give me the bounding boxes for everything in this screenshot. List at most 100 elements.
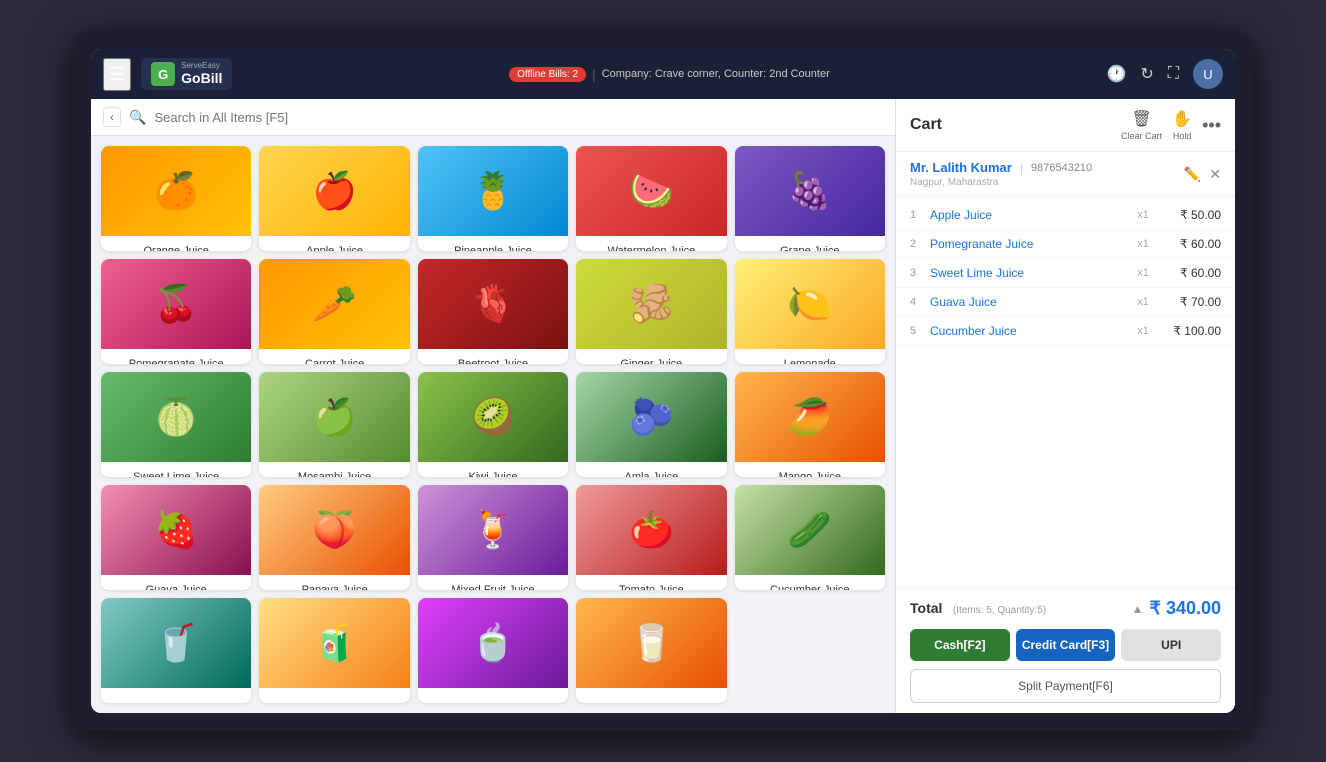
header-company-info: Company: Crave corner, Counter: 2nd Coun… (602, 68, 830, 80)
product-card[interactable]: 🥛 (576, 598, 726, 703)
user-avatar[interactable]: U (1193, 59, 1223, 89)
product-image: 🍒 (101, 259, 251, 349)
offline-badge: Offline Bills: 2 (509, 67, 586, 82)
cart-item: 1 Apple Juice x1 ₹ 50.00 (896, 201, 1235, 230)
search-bar-area: ‹ 🔍 (91, 99, 895, 136)
cart-more-button[interactable]: ••• (1202, 115, 1221, 136)
history-icon[interactable]: 🕐 (1106, 64, 1126, 84)
product-card[interactable]: 🍒 Pomegranate Juice (101, 259, 251, 364)
product-name: Amla Juice (576, 462, 726, 477)
clear-cart-button[interactable]: 🗑 Clear Cart (1121, 109, 1162, 141)
product-card[interactable]: 🥤 (101, 598, 251, 703)
hold-button[interactable]: ✋ Hold (1172, 109, 1192, 141)
customer-info: Mr. Lalith Kumar | 9876543210 Nagpur, Ma… (896, 152, 1235, 197)
split-payment-button[interactable]: Split Payment[F6] (910, 669, 1221, 703)
product-card[interactable]: 🍇 Grape Juice (735, 146, 885, 251)
product-grid: 🍊 Orange Juice 🍎 Apple Juice 🍍 Pineapple… (91, 136, 895, 713)
cart-item-number: 4 (910, 296, 924, 308)
product-image: 🍎 (259, 146, 409, 236)
upi-payment-button[interactable]: UPI (1121, 629, 1221, 661)
cart-item-name[interactable]: Guava Juice (930, 295, 1125, 309)
product-image: 🍓 (101, 485, 251, 575)
header-center: Offline Bills: 2 | Company: Crave corner… (242, 66, 1096, 82)
product-card[interactable]: 🍏 Mosambi Juice (259, 372, 409, 477)
product-card[interactable]: 🥝 Kiwi Juice (418, 372, 568, 477)
product-card[interactable]: 🍹 Mixed Fruit Juice (418, 485, 568, 590)
hold-label: Hold (1173, 131, 1192, 141)
product-card[interactable]: 🍋 Lemonade (735, 259, 885, 364)
product-card[interactable]: 🫀 Beetroot Juice (418, 259, 568, 364)
product-name: Papaya Juice (259, 575, 409, 590)
clear-cart-label: Clear Cart (1121, 131, 1162, 141)
product-name: Guava Juice (101, 575, 251, 590)
pipe-divider: | (1020, 161, 1023, 175)
product-name (418, 688, 568, 703)
product-name (259, 688, 409, 703)
search-icon: 🔍 (129, 109, 146, 126)
left-panel: ‹ 🔍 🍊 Orange Juice 🍎 Apple Juice 🍍 Pinea… (91, 99, 895, 713)
product-name: Pomegranate Juice (101, 349, 251, 364)
customer-details: Mr. Lalith Kumar | 9876543210 Nagpur, Ma… (910, 160, 1092, 188)
collapse-button[interactable]: ‹ (103, 107, 121, 127)
product-card[interactable]: 🫚 Ginger Juice (576, 259, 726, 364)
cash-payment-button[interactable]: Cash[F2] (910, 629, 1010, 661)
cart-header: Cart 🗑 Clear Cart ✋ Hold ••• (896, 99, 1235, 152)
product-name: Mixed Fruit Juice (418, 575, 568, 590)
remove-customer-button[interactable]: ✕ (1209, 166, 1221, 183)
product-name: Mango Juice (735, 462, 885, 477)
cart-title: Cart (910, 116, 942, 134)
product-name: Mosambi Juice (259, 462, 409, 477)
cart-items: 1 Apple Juice x1 ₹ 50.00 2 Pomegranate J… (896, 197, 1235, 587)
product-name: Kiwi Juice (418, 462, 568, 477)
header: ☰ G ServeEasy GoBill Offline Bills: 2 | … (91, 49, 1235, 99)
product-image: 🫀 (418, 259, 568, 349)
edit-customer-button[interactable]: ✏️ (1184, 166, 1201, 183)
product-card[interactable]: 🍍 Pineapple Juice (418, 146, 568, 251)
product-image: 🥭 (735, 372, 885, 462)
cart-footer: Total (Items: 5, Quantity:5) ▲ ₹ 340.00 … (896, 587, 1235, 713)
product-card[interactable]: 🍎 Apple Juice (259, 146, 409, 251)
cart-panel: Cart 🗑 Clear Cart ✋ Hold ••• (895, 99, 1235, 713)
cart-item-name[interactable]: Sweet Lime Juice (930, 266, 1125, 280)
total-meta: (Items: 5, Quantity:5) (953, 605, 1046, 616)
product-card[interactable]: 🥭 Mango Juice (735, 372, 885, 477)
product-card[interactable]: 🫐 Amla Juice (576, 372, 726, 477)
cart-item-qty: x1 (1131, 267, 1155, 279)
logo-area: G ServeEasy GoBill (141, 58, 232, 90)
product-image: 🍹 (418, 485, 568, 575)
product-name: Cucumber Juice (735, 575, 885, 590)
cart-item: 3 Sweet Lime Juice x1 ₹ 60.00 (896, 259, 1235, 288)
fullscreen-icon[interactable]: ⛶ (1168, 65, 1179, 83)
product-card[interactable]: 🍉 Watermelon Juice (576, 146, 726, 251)
product-image: 🫐 (576, 372, 726, 462)
product-card[interactable]: 🍈 Sweet Lime Juice (101, 372, 251, 477)
cart-item-name[interactable]: Apple Juice (930, 208, 1125, 222)
product-card[interactable]: 🍵 (418, 598, 568, 703)
hamburger-menu[interactable]: ☰ (103, 58, 131, 91)
product-name: Ginger Juice (576, 349, 726, 364)
product-card[interactable]: 🍅 Tomato Juice (576, 485, 726, 590)
product-image: 🍏 (259, 372, 409, 462)
product-card[interactable]: 🍊 Orange Juice (101, 146, 251, 251)
product-card[interactable]: 🥕 Carrot Juice (259, 259, 409, 364)
device-frame: ☰ G ServeEasy GoBill Offline Bills: 2 | … (73, 31, 1253, 731)
cart-item-name[interactable]: Pomegranate Juice (930, 237, 1125, 251)
product-card[interactable]: 🍑 Papaya Juice (259, 485, 409, 590)
logo-main: GoBill (181, 71, 222, 86)
logo-icon: G (151, 62, 175, 86)
cart-item-name[interactable]: Cucumber Juice (930, 324, 1125, 338)
card-payment-button[interactable]: Credit Card[F3] (1016, 629, 1116, 661)
product-card[interactable]: 🧃 (259, 598, 409, 703)
product-card[interactable]: 🍓 Guava Juice (101, 485, 251, 590)
hold-icon: ✋ (1172, 109, 1192, 129)
search-input[interactable] (154, 110, 883, 125)
product-image: 🫚 (576, 259, 726, 349)
refresh-icon[interactable]: ↻ (1140, 64, 1153, 84)
product-card[interactable]: 🥒 Cucumber Juice (735, 485, 885, 590)
logo-text-area: ServeEasy GoBill (181, 62, 222, 86)
product-name: Beetroot Juice (418, 349, 568, 364)
customer-name: Mr. Lalith Kumar (910, 160, 1012, 175)
customer-edit-btns: ✏️ ✕ (1184, 166, 1221, 183)
chevron-up-icon[interactable]: ▲ (1132, 602, 1144, 616)
customer-phone: 9876543210 (1031, 162, 1092, 174)
